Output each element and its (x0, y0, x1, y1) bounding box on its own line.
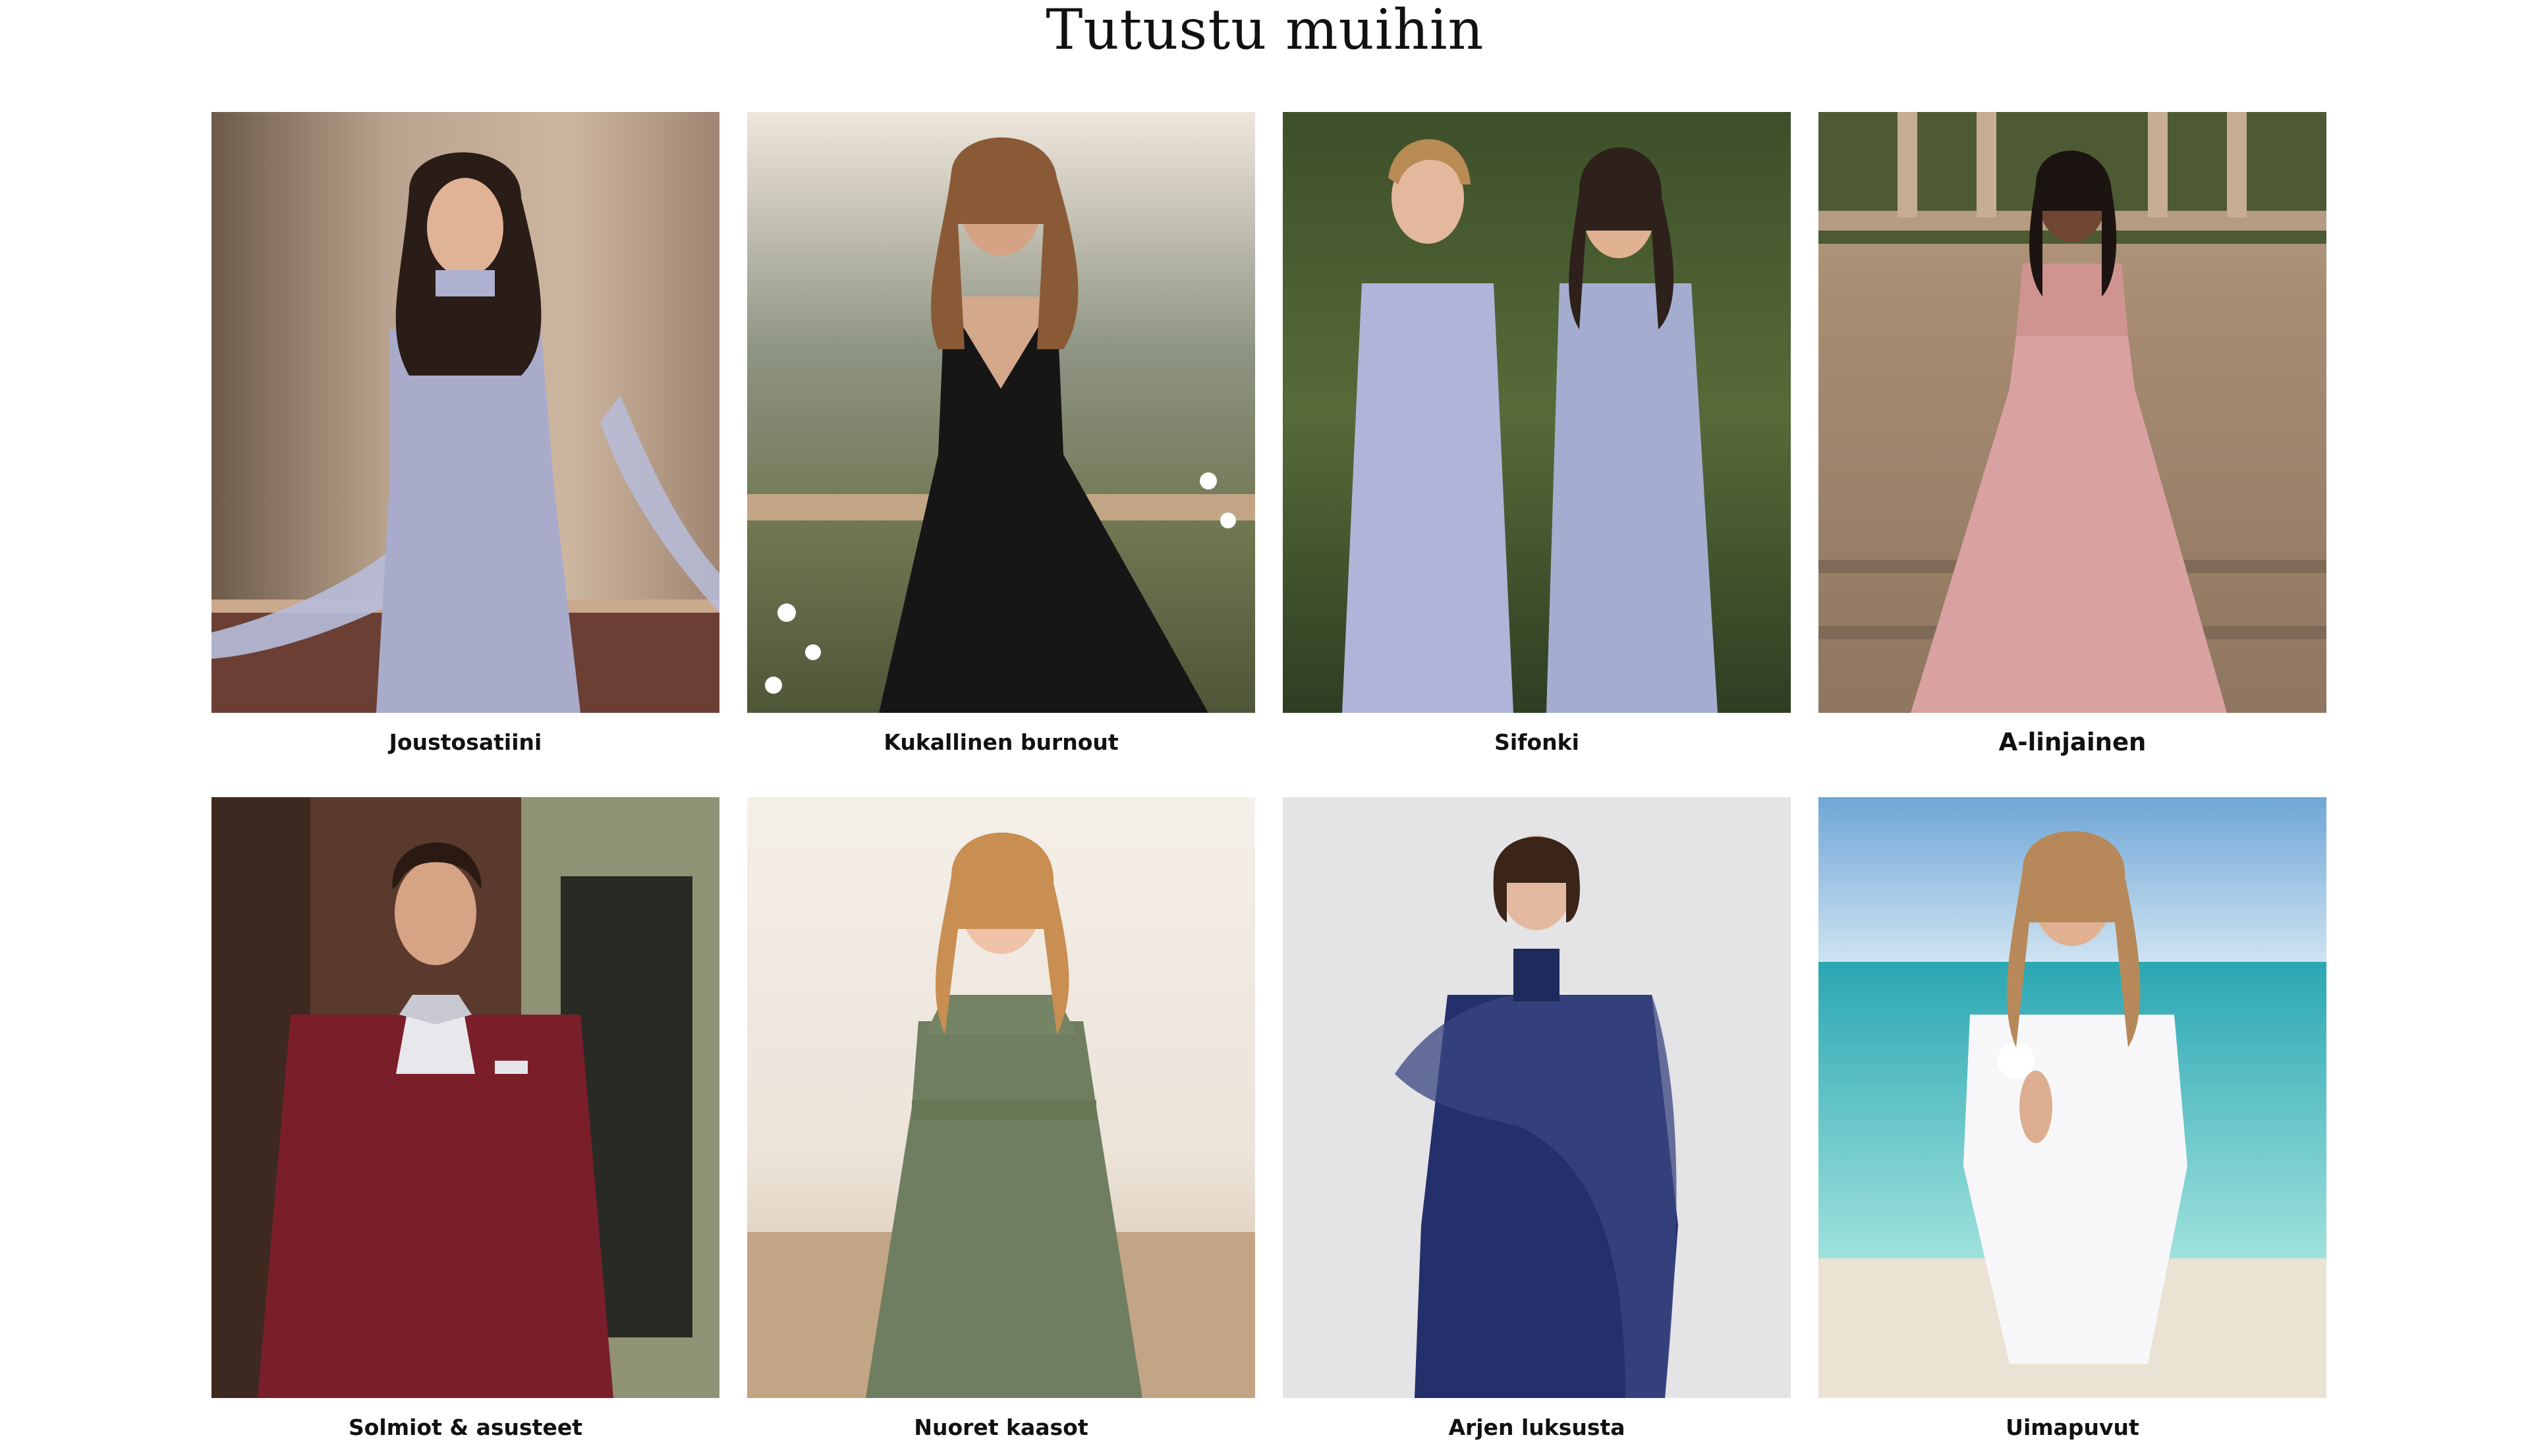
category-label[interactable]: Sifonki (1283, 713, 1791, 771)
category-image[interactable] (1283, 797, 1791, 1398)
category-label[interactable]: Solmiot & asusteet (211, 1398, 719, 1456)
category-card-solmiot-asusteet[interactable]: Solmiot & asusteet (211, 797, 719, 1456)
category-card-kukallinen-burnout[interactable]: Kukallinen burnout (747, 112, 1255, 771)
category-card-joustosatiini[interactable]: Joustosatiini (211, 112, 719, 771)
category-label[interactable]: Arjen luksusta (1283, 1398, 1791, 1456)
page-title: Tutustu muihin (1046, 0, 1484, 62)
category-image[interactable] (747, 112, 1255, 713)
category-card-arjen-luksusta[interactable]: Arjen luksusta (1283, 797, 1791, 1456)
category-image[interactable] (1283, 112, 1791, 713)
category-label[interactable]: Nuoret kaasot (747, 1398, 1255, 1456)
category-label[interactable]: Joustosatiini (211, 713, 719, 771)
category-card-uimapuvut[interactable]: Uimapuvut (1818, 797, 2326, 1456)
category-image[interactable] (1818, 112, 2326, 713)
category-label[interactable]: A-linjainen (1818, 713, 2326, 771)
category-image[interactable] (747, 797, 1255, 1398)
category-label[interactable]: Uimapuvut (1818, 1398, 2326, 1456)
category-image[interactable] (211, 797, 719, 1398)
category-image[interactable] (211, 112, 719, 713)
category-label[interactable]: Kukallinen burnout (747, 713, 1255, 771)
category-card-sifonki[interactable]: Sifonki (1283, 112, 1791, 771)
category-grid: Joustosatiini Kukallinen burnout Sifonki… (211, 112, 2326, 1456)
category-card-a-linjainen[interactable]: A-linjainen (1818, 112, 2326, 771)
category-card-nuoret-kaasot[interactable]: Nuoret kaasot (747, 797, 1255, 1456)
category-image[interactable] (1818, 797, 2326, 1398)
